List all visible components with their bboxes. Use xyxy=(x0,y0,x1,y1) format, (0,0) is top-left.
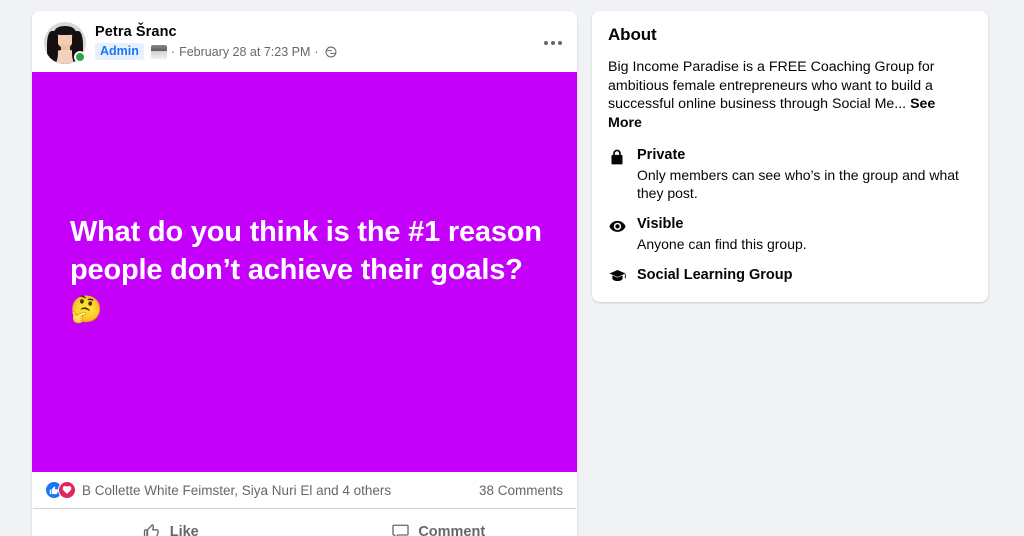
about-row-sub: Only members can see who’s in the group … xyxy=(637,167,959,201)
post-image-text: What do you think is the #1 reason peopl… xyxy=(32,213,577,328)
about-row-label: Social Learning Group xyxy=(637,267,793,283)
lock-icon xyxy=(608,148,626,166)
about-row-visible: Visible Anyone can find this group. xyxy=(608,215,972,253)
more-options-button[interactable] xyxy=(537,27,569,59)
reaction-summary-bar: B Collette White Feimster, Siya Nuri El … xyxy=(33,472,576,509)
like-button[interactable]: Like xyxy=(37,513,305,536)
about-row-label: Private xyxy=(637,147,686,163)
post-meta: Petra Šranc Admin · February 28 at 7:23 … xyxy=(95,22,337,60)
post-action-bar: Like Comment xyxy=(33,509,576,536)
meta-separator: · xyxy=(314,44,319,59)
more-options-icon xyxy=(544,41,548,45)
avatar-wrapper[interactable] xyxy=(44,22,86,64)
online-status-dot xyxy=(74,51,86,63)
author-name[interactable]: Petra Šranc xyxy=(95,23,337,41)
post-image[interactable]: What do you think is the #1 reason peopl… xyxy=(32,72,577,472)
group-thumbnail-icon xyxy=(150,44,167,59)
love-reaction-icon xyxy=(58,481,76,499)
thumbs-up-icon xyxy=(143,522,162,536)
about-row-text: Social Learning Group xyxy=(637,266,793,285)
comment-count[interactable]: 38 Comments xyxy=(469,483,563,498)
graduation-cap-icon xyxy=(608,267,626,285)
admin-badge: Admin xyxy=(95,43,144,60)
about-title: About xyxy=(608,25,657,44)
about-card: About Big Income Paradise is a FREE Coac… xyxy=(592,11,988,302)
like-button-label: Like xyxy=(169,523,199,536)
post-image-headline: What do you think is the #1 reason peopl… xyxy=(70,215,542,286)
post-timestamp[interactable]: February 28 at 7:23 PM xyxy=(179,44,310,60)
group-privacy-icon xyxy=(325,46,337,58)
about-row-label: Visible xyxy=(637,216,684,232)
reaction-names[interactable]: B Collette White Feimster, Siya Nuri El … xyxy=(82,483,391,498)
comment-button[interactable]: Comment xyxy=(305,513,573,536)
about-row-sub: Anyone can find this group. xyxy=(637,236,807,252)
eye-icon xyxy=(608,217,626,235)
post-card: Petra Šranc Admin · February 28 at 7:23 … xyxy=(32,11,577,536)
about-row-social-learning: Social Learning Group xyxy=(608,266,972,285)
comment-button-label: Comment xyxy=(418,523,486,536)
about-description-text: Big Income Paradise is a FREE Coaching G… xyxy=(608,59,935,112)
comment-bubble-icon xyxy=(391,522,410,536)
thinking-face-emoji: 🤔 xyxy=(70,294,103,325)
about-description: Big Income Paradise is a FREE Coaching G… xyxy=(608,58,972,132)
meta-separator: · xyxy=(170,44,176,59)
reaction-icons[interactable] xyxy=(45,481,76,499)
about-row-text: Visible Anyone can find this group. xyxy=(637,215,807,253)
post-meta-line: Admin · February 28 at 7:23 PM · xyxy=(95,43,337,60)
avatar-art xyxy=(47,31,58,63)
about-row-text: Private Only members can see who’s in th… xyxy=(637,146,972,202)
more-options-icon xyxy=(558,41,562,45)
more-options-icon xyxy=(551,41,555,45)
reaction-summary-left: B Collette White Feimster, Siya Nuri El … xyxy=(45,481,391,499)
about-row-private: Private Only members can see who’s in th… xyxy=(608,146,972,202)
post-header: Petra Šranc Admin · February 28 at 7:23 … xyxy=(32,11,577,72)
